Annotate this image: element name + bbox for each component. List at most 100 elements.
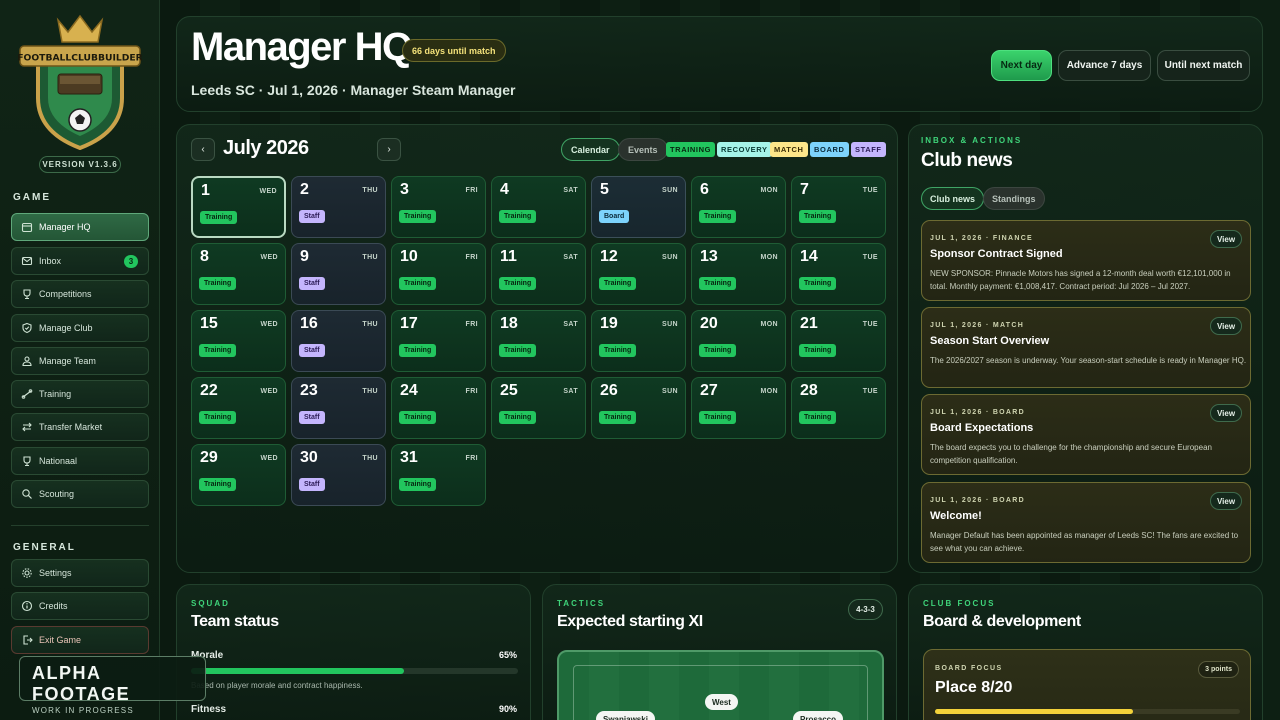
event-chip-staff[interactable]: Staff [299, 344, 325, 357]
view-button[interactable]: View [1210, 492, 1242, 510]
calendar-day[interactable]: 8 WED Training [191, 243, 286, 305]
event-chip-training[interactable]: Training [599, 277, 637, 290]
calendar-day[interactable]: 18 SAT Training [491, 310, 586, 372]
calendar-day[interactable]: 6 MON Training [691, 176, 786, 238]
event-chip-board[interactable]: Board [599, 210, 630, 223]
event-chip-staff[interactable]: Staff [299, 277, 325, 290]
event-chip-training[interactable]: Training [499, 411, 537, 424]
event-chip-training[interactable]: Training [799, 411, 837, 424]
calendar-day[interactable]: 28 TUE Training [791, 377, 886, 439]
event-chip-training[interactable]: Training [399, 277, 437, 290]
event-chip-staff[interactable]: Staff [299, 411, 325, 424]
event-chip-staff[interactable]: Staff [299, 210, 325, 223]
nav-settings[interactable]: Settings [11, 559, 149, 587]
calendar-day[interactable]: 16 THU Staff [291, 310, 386, 372]
calendar-day[interactable]: 26 SUN Training [591, 377, 686, 439]
nav-manage-club[interactable]: Manage Club [11, 314, 149, 342]
event-chip-training[interactable]: Training [599, 344, 637, 357]
calendar-day[interactable]: 24 FRI Training [391, 377, 486, 439]
calendar-day[interactable]: 19 SUN Training [591, 310, 686, 372]
tab-club-news[interactable]: Club news [921, 187, 985, 210]
next-month-button[interactable]: › [377, 138, 401, 161]
calendar-day[interactable]: 30 THU Staff [291, 444, 386, 506]
calendar-day[interactable]: 25 SAT Training [491, 377, 586, 439]
event-chip-training[interactable]: Training [799, 277, 837, 290]
view-button[interactable]: View [1210, 317, 1242, 335]
event-chip-training[interactable]: Training [199, 478, 237, 491]
event-chip-training[interactable]: Training [699, 344, 737, 357]
player-chip[interactable]: Prosacco [793, 711, 844, 720]
calendar-day[interactable]: 4 SAT Training [491, 176, 586, 238]
event-chip-staff[interactable]: Staff [299, 478, 325, 491]
prev-month-button[interactable]: ‹ [191, 138, 215, 161]
calendar-day[interactable]: 9 THU Staff [291, 243, 386, 305]
event-chip-training[interactable]: Training [399, 411, 437, 424]
calendar-day[interactable]: 11 SAT Training [491, 243, 586, 305]
nav-manage-team[interactable]: Manage Team [11, 347, 149, 375]
nav-training[interactable]: Training [11, 380, 149, 408]
event-chip-training[interactable]: Training [499, 277, 537, 290]
page-title: Manager HQ [191, 25, 413, 69]
day-of-week: FRI [465, 254, 478, 261]
event-chip-training[interactable]: Training [799, 344, 837, 357]
calendar-day[interactable]: 10 FRI Training [391, 243, 486, 305]
calendar-day[interactable]: 27 MON Training [691, 377, 786, 439]
day-of-week: WED [260, 455, 278, 462]
calendar-day[interactable]: 13 MON Training [691, 243, 786, 305]
nav-scouting[interactable]: Scouting [11, 480, 149, 508]
calendar-day[interactable]: 5 SUN Board [591, 176, 686, 238]
nav-competitions[interactable]: Competitions [11, 280, 149, 308]
event-chip-training[interactable]: Training [199, 411, 237, 424]
event-chip-training[interactable]: Training [399, 478, 437, 491]
calendar-day[interactable]: 22 WED Training [191, 377, 286, 439]
nav-label: Nationaal [39, 456, 78, 466]
day-of-week: MON [760, 388, 778, 395]
event-chip-training[interactable]: Training [799, 210, 837, 223]
event-chip-training[interactable]: Training [699, 411, 737, 424]
calendar-day[interactable]: 7 TUE Training [791, 176, 886, 238]
view-button[interactable]: View [1210, 404, 1242, 422]
calendar-day[interactable]: 29 WED Training [191, 444, 286, 506]
player-chip[interactable]: Swaniawski [596, 711, 655, 720]
calendar-day[interactable]: 3 FRI Training [391, 176, 486, 238]
news-headline: Board Expectations [930, 422, 1034, 434]
calendar-day[interactable]: 12 SUN Training [591, 243, 686, 305]
calendar-day[interactable]: 23 THU Staff [291, 377, 386, 439]
event-chip-training[interactable]: Training [200, 211, 238, 224]
day-number: 27 [700, 382, 718, 399]
event-chip-training[interactable]: Training [199, 344, 237, 357]
formation-badge[interactable]: 4-3-3 [848, 599, 883, 620]
event-chip-training[interactable]: Training [199, 277, 237, 290]
player-chip[interactable]: West [705, 694, 738, 710]
calendar-day[interactable]: 20 MON Training [691, 310, 786, 372]
calendar-view-toggle[interactable]: Calendar [561, 138, 620, 161]
event-chip-training[interactable]: Training [499, 210, 537, 223]
nav-credits[interactable]: Credits [11, 592, 149, 620]
view-button[interactable]: View [1210, 230, 1242, 248]
event-chip-training[interactable]: Training [399, 344, 437, 357]
version-badge: VERSION V1.3.6 [39, 156, 121, 173]
calendar-day[interactable]: 17 FRI Training [391, 310, 486, 372]
event-chip-training[interactable]: Training [599, 411, 637, 424]
advance-7-days-button[interactable]: Advance 7 days [1058, 50, 1151, 81]
calendar-day[interactable]: 1 WED Training [191, 176, 286, 238]
calendar-day[interactable]: 14 TUE Training [791, 243, 886, 305]
nav-manager-hq[interactable]: Manager HQ [11, 213, 149, 241]
events-view-toggle[interactable]: Events [618, 138, 668, 161]
event-chip-training[interactable]: Training [399, 210, 437, 223]
calendar-day[interactable]: 21 TUE Training [791, 310, 886, 372]
calendar-day[interactable]: 31 FRI Training [391, 444, 486, 506]
calendar-day[interactable]: 2 THU Staff [291, 176, 386, 238]
event-chip-training[interactable]: Training [499, 344, 537, 357]
event-chip-training[interactable]: Training [699, 210, 737, 223]
event-chip-training[interactable]: Training [699, 277, 737, 290]
nav-transfer-market[interactable]: Transfer Market [11, 413, 149, 441]
nav-exit-game[interactable]: Exit Game [11, 626, 149, 654]
calendar-day[interactable]: 15 WED Training [191, 310, 286, 372]
nav-nationaal[interactable]: Nationaal [11, 447, 149, 475]
until-next-match-button[interactable]: Until next match [1157, 50, 1250, 81]
nav-inbox[interactable]: Inbox 3 [11, 247, 149, 275]
tab-standings[interactable]: Standings [983, 187, 1045, 210]
day-of-week: TUE [862, 254, 878, 261]
next-day-button[interactable]: Next day [991, 50, 1052, 81]
